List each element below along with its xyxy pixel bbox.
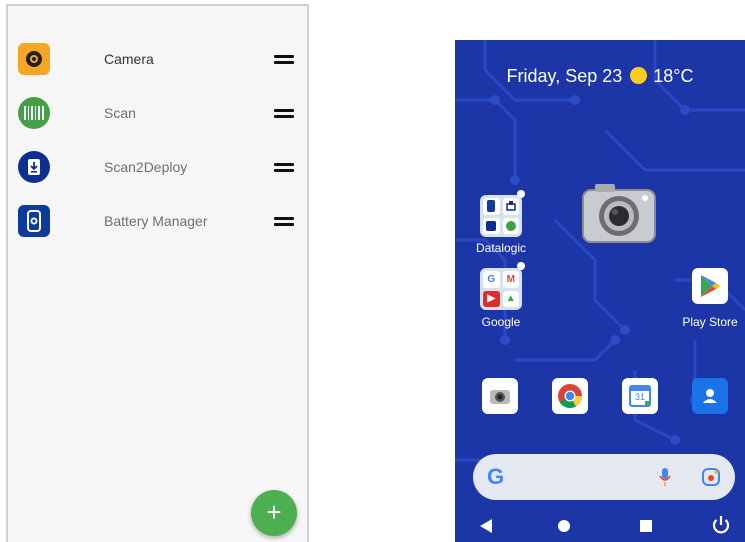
datalogic-folder[interactable]	[480, 195, 522, 237]
status-bar	[8, 6, 307, 22]
date-weather-widget[interactable]: Friday, Sep 23 18°C	[455, 66, 745, 87]
app-label: Camera	[104, 51, 154, 67]
list-item-camera[interactable]: Camera	[8, 32, 307, 86]
list-item-scan[interactable]: Scan	[8, 86, 307, 140]
battery-phone-icon	[18, 205, 50, 237]
home-icon[interactable]	[557, 518, 571, 534]
drive-mini-icon: ▲	[502, 290, 519, 307]
home-screen: Friday, Sep 23 18°C Datalogic G M ▶ ▲ Goo…	[455, 40, 745, 542]
play-store-icon[interactable]	[692, 268, 728, 304]
app-label: Play Store	[682, 315, 738, 329]
google-mini-icon: G	[483, 271, 500, 288]
folder-label: Datalogic	[475, 241, 527, 255]
temperature-text: 18°C	[653, 66, 694, 86]
add-button[interactable]: +	[251, 490, 297, 536]
app-label: Scan2Deploy	[104, 159, 188, 175]
power-icon[interactable]	[711, 515, 731, 535]
folder-label: Google	[481, 315, 521, 329]
google-search-bar[interactable]: G	[473, 454, 735, 500]
app-label: Scan	[104, 105, 136, 121]
sun-icon	[630, 67, 648, 84]
camera-icon[interactable]	[482, 378, 518, 414]
list-item-battery-manager[interactable]: Battery Manager	[8, 194, 307, 248]
recents-icon[interactable]	[639, 518, 653, 534]
date-text: Friday, Sep 23	[506, 66, 623, 86]
scan-mini-icon	[502, 217, 519, 234]
contacts-icon[interactable]	[692, 378, 728, 414]
download-phone-icon	[18, 151, 50, 183]
notification-dot	[517, 190, 525, 198]
lens-icon[interactable]	[701, 467, 721, 487]
chrome-icon[interactable]	[552, 378, 588, 414]
google-logo: G	[487, 464, 505, 489]
camera-app-icon[interactable]	[579, 182, 659, 246]
navigation-bar	[455, 510, 745, 542]
calendar-icon[interactable]: 31	[622, 378, 658, 414]
battery-manager-mini-icon	[483, 198, 500, 215]
drag-handle-icon[interactable]	[274, 216, 294, 226]
drag-handle-icon[interactable]	[274, 108, 294, 118]
app-list-screen: Camera Scan Scan2Deploy Battery Manager …	[6, 4, 309, 542]
camera-aperture-icon	[18, 43, 50, 75]
drag-handle-icon[interactable]	[274, 162, 294, 172]
printer-mini-icon	[502, 198, 519, 215]
barcode-icon	[18, 97, 50, 129]
list-item-scan2deploy[interactable]: Scan2Deploy	[8, 140, 307, 194]
gmail-mini-icon: M	[502, 271, 519, 288]
drag-handle-icon[interactable]	[274, 54, 294, 64]
calendar-day: 31	[634, 392, 645, 402]
scan2deploy-mini-icon	[483, 217, 500, 234]
back-icon[interactable]	[479, 518, 493, 534]
app-label: Battery Manager	[104, 213, 208, 229]
youtube-mini-icon: ▶	[483, 290, 500, 307]
mic-icon[interactable]	[659, 467, 671, 487]
notification-dot	[517, 262, 525, 270]
google-folder[interactable]: G M ▶ ▲	[480, 268, 522, 310]
